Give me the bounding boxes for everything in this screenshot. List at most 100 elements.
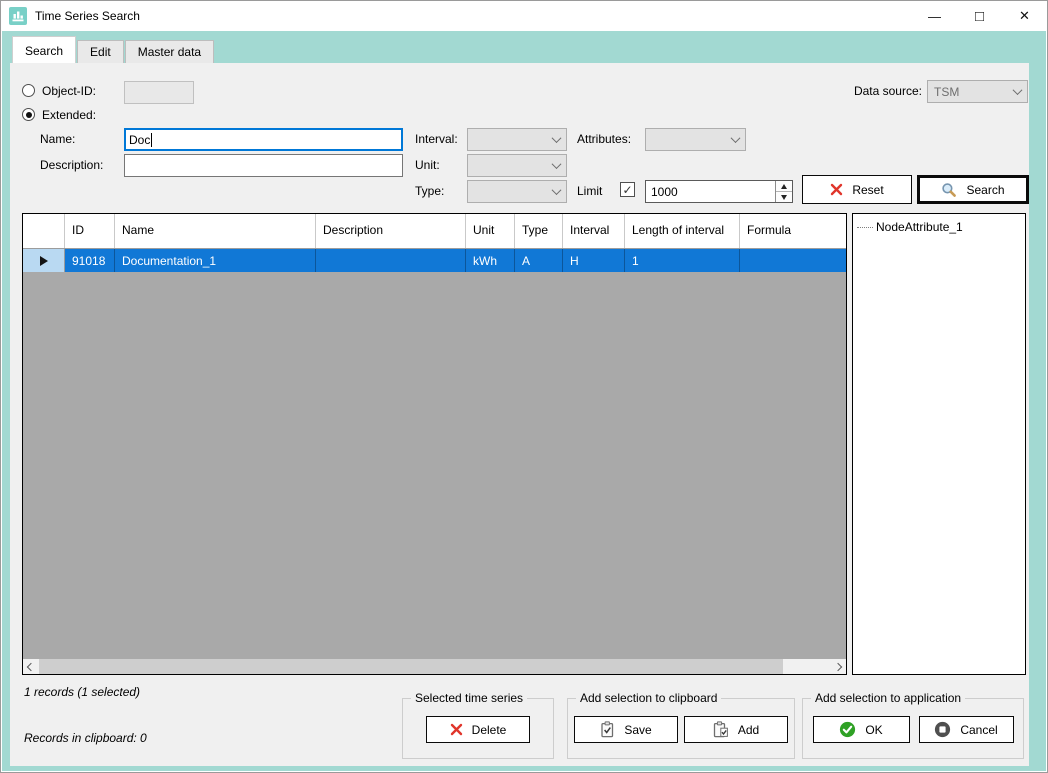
object-id-input[interactable] (124, 81, 194, 104)
red-x-icon (830, 183, 843, 196)
checkmark-icon: ✓ (622, 183, 632, 197)
column-header-id[interactable]: ID (65, 214, 115, 248)
red-x-icon (450, 723, 463, 736)
column-header-description[interactable]: Description (316, 214, 466, 248)
tab-strip: Search Edit Master data (2, 31, 1046, 63)
text-caret (151, 133, 152, 147)
save-button[interactable]: Save (574, 716, 678, 743)
interval-label: Interval: (415, 132, 458, 146)
grid-header-row: ID Name Description Unit Type Interval L… (23, 214, 846, 249)
group-title: Selected time series (411, 691, 527, 705)
chevron-down-icon (552, 185, 562, 195)
search-tab-page: Object-ID: Data source: TSM Extended: Na… (10, 63, 1029, 766)
add-button[interactable]: Add (684, 716, 788, 743)
chevron-down-icon (1013, 85, 1023, 95)
node-attribute-tree: NodeAttribute_1 (852, 213, 1026, 675)
chevron-left-icon (27, 662, 35, 670)
limit-value-input[interactable]: 1000 (645, 180, 793, 203)
reset-button[interactable]: Reset (802, 175, 912, 204)
selected-time-series-group: Selected time series Delete (402, 698, 554, 759)
chevron-right-icon (834, 662, 842, 670)
cell-type: A (515, 249, 563, 272)
limit-label: Limit (577, 184, 602, 198)
tree-node[interactable]: NodeAttribute_1 (857, 220, 1021, 234)
cancel-stop-icon (934, 721, 951, 738)
cell-name: Documentation_1 (115, 249, 316, 272)
cell-id: 91018 (65, 249, 115, 272)
attributes-dropdown[interactable] (645, 128, 746, 151)
tab-edit[interactable]: Edit (77, 40, 124, 63)
row-selector-cell (23, 249, 65, 272)
name-label: Name: (40, 132, 75, 146)
search-button[interactable]: Search (917, 175, 1029, 204)
close-button[interactable]: ✕ (1002, 1, 1047, 31)
data-source-dropdown[interactable]: TSM (927, 80, 1028, 103)
interval-dropdown[interactable] (467, 128, 567, 151)
minimize-button[interactable]: — (912, 1, 957, 31)
column-header-unit[interactable]: Unit (466, 214, 515, 248)
cell-length-of-interval: 1 (625, 249, 740, 272)
description-label: Description: (40, 158, 103, 172)
name-input[interactable]: Doc (124, 128, 403, 151)
ok-check-icon (839, 721, 856, 738)
time-series-search-window: Time Series Search — □ ✕ Search Edit Mas… (0, 0, 1048, 773)
table-row-selected[interactable]: 91018 Documentation_1 kWh A H 1 (23, 249, 846, 272)
spinner-down-button[interactable] (776, 192, 792, 202)
limit-spinner (775, 181, 792, 202)
horizontal-scrollbar[interactable] (23, 659, 846, 674)
chevron-down-icon (552, 159, 562, 169)
attributes-label: Attributes: (577, 132, 631, 146)
tab-area: Search Edit Master data Object-ID: Data … (2, 31, 1046, 771)
delete-button[interactable]: Delete (426, 716, 530, 743)
search-icon (941, 182, 957, 198)
object-id-label: Object-ID: (42, 84, 96, 98)
row-selector-header[interactable] (23, 214, 65, 248)
clipboard-status: Records in clipboard: 0 (24, 731, 147, 745)
description-input[interactable] (124, 154, 403, 177)
limit-checkbox[interactable]: ✓ (620, 182, 635, 197)
column-header-name[interactable]: Name (115, 214, 316, 248)
add-to-application-group: Add selection to application OK (802, 698, 1024, 759)
chevron-down-icon (552, 133, 562, 143)
cell-unit: kWh (466, 249, 515, 272)
column-header-length-of-interval[interactable]: Length of interval (625, 214, 740, 248)
add-to-clipboard-group: Add selection to clipboard Save (567, 698, 795, 759)
cell-interval: H (563, 249, 625, 272)
spinner-up-button[interactable] (776, 181, 792, 192)
type-label: Type: (415, 184, 444, 198)
chevron-down-icon (731, 133, 741, 143)
scroll-left-button[interactable] (23, 659, 39, 674)
tree-node-connector (857, 227, 873, 228)
extended-label: Extended: (42, 108, 96, 122)
cell-description (316, 249, 466, 272)
scroll-right-button[interactable] (830, 659, 846, 674)
cancel-button[interactable]: Cancel (919, 716, 1014, 743)
ok-button[interactable]: OK (813, 716, 910, 743)
tab-master-data[interactable]: Master data (125, 40, 214, 63)
group-title: Add selection to application (811, 691, 965, 705)
title-bar: Time Series Search — □ ✕ (1, 1, 1047, 31)
data-source-label: Data source: (830, 84, 922, 98)
maximize-button[interactable]: □ (957, 1, 1002, 31)
extended-radio[interactable] (22, 108, 35, 121)
results-grid: ID Name Description Unit Type Interval L… (22, 213, 847, 675)
app-logo-icon (9, 7, 27, 25)
tab-search[interactable]: Search (12, 36, 76, 63)
column-header-formula[interactable]: Formula (740, 214, 846, 248)
type-dropdown[interactable] (467, 180, 567, 203)
current-row-arrow-icon (40, 256, 48, 266)
object-id-radio[interactable] (22, 84, 35, 97)
column-header-interval[interactable]: Interval (563, 214, 625, 248)
arrow-up-icon (781, 184, 787, 189)
records-status: 1 records (1 selected) (24, 685, 140, 699)
unit-dropdown[interactable] (467, 154, 567, 177)
window-title: Time Series Search (35, 9, 140, 23)
cell-formula (740, 249, 846, 272)
arrow-down-icon (781, 195, 787, 200)
group-title: Add selection to clipboard (576, 691, 721, 705)
column-header-type[interactable]: Type (515, 214, 563, 248)
unit-label: Unit: (415, 158, 440, 172)
add-clipboard-icon (713, 721, 729, 738)
save-clipboard-icon (600, 721, 615, 738)
scrollbar-thumb[interactable] (39, 659, 783, 674)
